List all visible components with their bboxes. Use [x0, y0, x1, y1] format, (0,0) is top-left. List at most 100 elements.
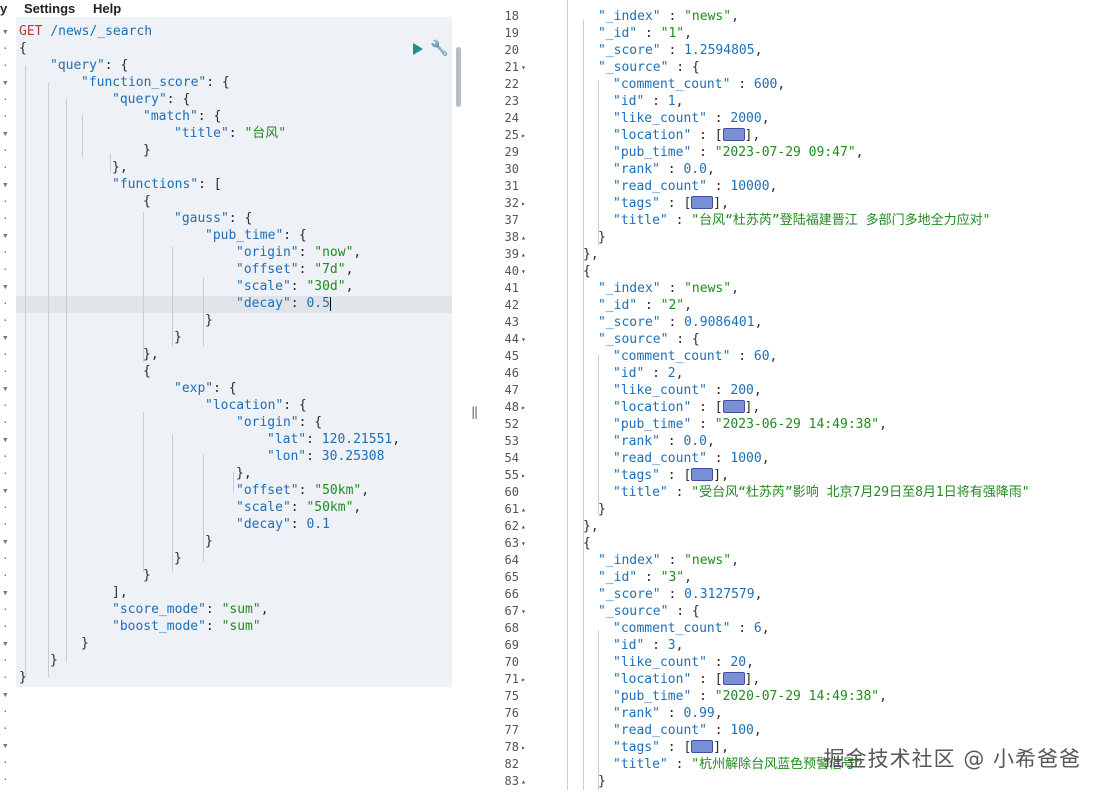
request-code-line[interactable]: },	[112, 159, 128, 176]
response-line-number: 65	[504, 570, 519, 584]
request-code-line[interactable]: {	[19, 40, 27, 57]
request-code-line[interactable]: "title": "台风"	[174, 125, 286, 142]
request-code-line[interactable]: "functions": [	[112, 176, 222, 193]
menu-settings[interactable]: Settings	[24, 0, 75, 17]
fold-toggle-icon[interactable]: ▾	[521, 331, 526, 348]
code-token: "tags"	[613, 196, 660, 211]
code-token: "read_count"	[613, 723, 707, 738]
code-token: ,	[675, 94, 684, 109]
collapsed-array-icon[interactable]	[722, 128, 745, 141]
response-line-number: 42	[504, 298, 519, 312]
response-line-number: 46	[504, 366, 519, 380]
request-code-line[interactable]: }	[81, 635, 89, 652]
fold-toggle-icon[interactable]: ▴	[521, 229, 526, 246]
request-code-line[interactable]: }	[143, 142, 151, 159]
code-token: "50km"	[306, 500, 354, 515]
code-token: :	[667, 213, 692, 228]
menu-help[interactable]: Help	[93, 0, 121, 17]
request-code-line[interactable]: },	[236, 465, 252, 482]
fold-toggle-icon[interactable]: ▾	[521, 59, 526, 76]
fold-toggle-icon[interactable]: ▸	[521, 127, 526, 144]
request-code-line[interactable]: {	[143, 193, 151, 210]
request-code-line[interactable]: "location": {	[205, 397, 307, 414]
request-code-line[interactable]: "exp": {	[174, 380, 237, 397]
fold-toggle-icon[interactable]: ▸	[521, 739, 526, 756]
request-code-line[interactable]: "lon": 30.25308	[267, 448, 384, 465]
request-code-line[interactable]: "gauss": {	[174, 210, 252, 227]
response-code-line: "_score" : 1.2594805,	[598, 42, 762, 59]
code-token: ,	[260, 602, 269, 617]
request-code-line[interactable]: "offset": "50km",	[236, 482, 369, 499]
code-token: 0.0	[683, 434, 707, 449]
request-code-line[interactable]: "decay": 0.5	[236, 295, 331, 312]
request-code-line[interactable]: }	[174, 550, 182, 567]
response-code-line: "comment_count" : 600,	[613, 76, 785, 93]
request-code-line[interactable]: }	[143, 567, 151, 584]
collapsed-array-icon[interactable]	[722, 400, 745, 413]
collapsed-array-icon[interactable]	[722, 672, 745, 685]
code-token: :	[637, 570, 661, 585]
fold-toggle-icon[interactable]: ▴	[521, 246, 526, 263]
code-token: "_index"	[598, 553, 661, 568]
menu-partial[interactable]: y	[0, 0, 7, 17]
code-token: "pub_time"	[613, 145, 692, 160]
fold-toggle-icon[interactable]: ▾	[521, 603, 526, 620]
request-code-line[interactable]: "decay": 0.1	[236, 516, 330, 533]
pane-resize-handle[interactable]: ‖	[471, 405, 478, 419]
fold-toggle-icon[interactable]: ▴	[521, 518, 526, 535]
fold-toggle-icon[interactable]: ▸	[521, 671, 526, 688]
request-code-line[interactable]: "pub_time": {	[205, 227, 307, 244]
code-token: :	[659, 434, 684, 449]
request-code-line[interactable]: "match": {	[143, 108, 221, 125]
code-token: : {	[283, 228, 307, 243]
response-line-number: 48	[504, 400, 519, 414]
response-line-number: 68	[504, 621, 519, 635]
code-token: "_source"	[598, 332, 669, 347]
request-code-line[interactable]: {	[143, 363, 151, 380]
code-token: }	[598, 774, 606, 789]
code-token: "7d"	[314, 262, 346, 277]
gutter-fold-marker: ·	[2, 552, 9, 565]
code-token: "gauss"	[174, 211, 229, 226]
code-token: 0.5	[306, 296, 330, 311]
code-token: :	[290, 296, 307, 311]
request-code-line[interactable]: ],	[112, 584, 128, 601]
fold-toggle-icon[interactable]: ▾	[521, 263, 526, 280]
wrench-icon[interactable]: 🔧	[430, 39, 449, 57]
collapsed-array-icon[interactable]	[691, 740, 714, 753]
fold-toggle-icon[interactable]: ▸	[521, 467, 526, 484]
request-code-line[interactable]: "function_score": {	[81, 74, 230, 91]
code-token: ,	[761, 621, 770, 636]
request-code-line[interactable]: "scale": "30d",	[236, 278, 353, 295]
collapsed-array-icon[interactable]	[691, 196, 714, 209]
request-code-line[interactable]: "origin": {	[236, 414, 322, 431]
response-code-line: "location" : [],	[613, 127, 760, 144]
request-code-line[interactable]: "query": {	[112, 91, 190, 108]
request-code-line[interactable]: }	[174, 329, 182, 346]
response-code-line: "id" : 2,	[613, 365, 683, 382]
request-editor[interactable]: ▾ · · ▾ · · ▾ · · ▾ · · ▾ · · ▾ · · ▾ · · ▾ · · ▾ · · ▾ · · ▾ · · ▾ · · ▾ · · ▾…	[0, 17, 462, 797]
code-token: "offset"	[236, 262, 299, 277]
request-code-line[interactable]: "scale": "50km",	[236, 499, 361, 516]
fold-toggle-icon[interactable]: ▸	[521, 195, 526, 212]
fold-toggle-icon[interactable]: ▴	[521, 773, 526, 790]
play-icon[interactable]	[413, 43, 423, 55]
request-scrollbar[interactable]	[456, 47, 461, 107]
collapsed-array-icon[interactable]	[691, 468, 714, 481]
request-code-line[interactable]: "offset": "7d",	[236, 261, 353, 278]
request-code-line[interactable]: "score_mode": "sum",	[112, 601, 269, 618]
request-code-line[interactable]: "boost_mode": "sum"	[112, 618, 261, 635]
request-code-line[interactable]: }	[50, 652, 58, 669]
response-code-line: "comment_count" : 6,	[613, 620, 770, 637]
fold-toggle-icon[interactable]: ▾	[521, 535, 526, 552]
fold-toggle-icon[interactable]: ▴	[521, 501, 526, 518]
request-code-line[interactable]: },	[143, 346, 159, 363]
request-code-line[interactable]: }	[205, 533, 213, 550]
response-line-number: 41	[504, 281, 519, 295]
request-code-line[interactable]: "query": {	[50, 57, 128, 74]
request-code-line[interactable]: "lat": 120.21551,	[267, 431, 400, 448]
request-code-line[interactable]: }	[205, 312, 213, 329]
fold-toggle-icon[interactable]: ▸	[521, 399, 526, 416]
request-code-line[interactable]: "origin": "now",	[236, 244, 361, 261]
request-line-method[interactable]: GET /news/_search	[19, 23, 152, 40]
